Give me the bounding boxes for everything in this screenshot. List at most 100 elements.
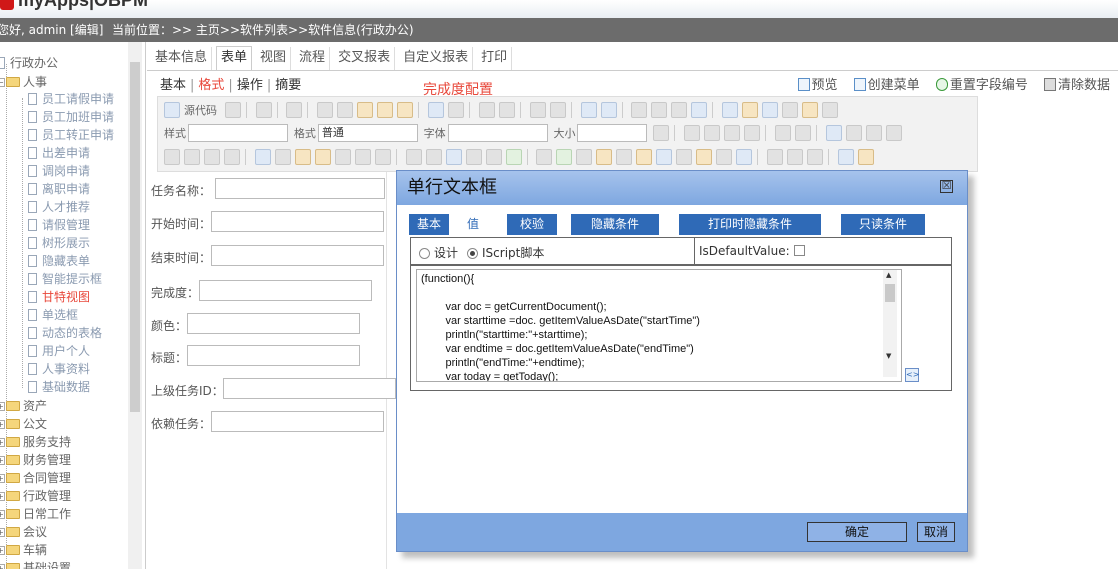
color-field[interactable] [187,313,360,334]
preview-icon[interactable] [255,102,272,118]
tab-4[interactable]: 交叉报表 [334,47,396,71]
table-icon[interactable] [762,102,779,118]
radio-iscript[interactable] [467,248,478,259]
tree-leaf[interactable]: 甘特视图 [28,288,90,306]
expand-icon[interactable]: + [0,420,5,429]
task-name-field[interactable] [215,178,385,199]
bg-color-icon[interactable] [858,149,875,165]
tree-leaf[interactable]: 智能提示框 [28,270,102,288]
link-icon[interactable] [767,149,784,165]
tree-leaf[interactable]: 人才推荐 [28,198,90,216]
tree-root[interactable]: 行政办公 [0,54,58,72]
tree-leaf[interactable]: 基础数据 [28,378,90,396]
calendar-icon[interactable] [636,149,653,165]
tree-category[interactable]: +车辆 [0,541,47,559]
date-icon[interactable] [274,149,291,165]
unlink-icon[interactable] [787,149,804,165]
tab-2[interactable]: 视图 [256,47,292,71]
image-icon[interactable] [722,102,739,118]
tree-category[interactable]: +资产 [0,397,47,415]
gantt-icon[interactable] [505,149,522,165]
italic-icon[interactable] [704,125,721,141]
is-default-checkbox[interactable] [793,245,805,256]
script-scrollbar[interactable]: ▲ ▼ [883,270,897,377]
textfield-icon[interactable] [204,149,220,165]
redo-icon[interactable] [448,102,465,118]
word-icon[interactable] [656,149,673,165]
tree-category[interactable]: +财务管理 [0,451,71,469]
numbered-list-icon[interactable] [580,102,597,118]
justify-icon[interactable] [885,125,902,141]
department-icon[interactable] [314,149,331,165]
select-icon[interactable] [445,149,462,165]
style-select[interactable] [188,124,288,142]
dialog-tab-2[interactable]: 校验 [507,214,557,235]
paste-word-icon[interactable] [397,102,414,118]
pen-icon[interactable] [536,149,553,165]
dialog-tab-5[interactable]: 只读条件 [841,214,925,235]
tree-leaf[interactable]: 出差申请 [28,144,90,162]
tree-leaf[interactable]: 单选框 [28,306,78,324]
upload-icon[interactable] [616,149,633,165]
font-select[interactable] [447,124,548,142]
expand-icon[interactable]: + [0,564,5,569]
dependency-field[interactable] [211,411,384,432]
tab-3[interactable]: 流程 [295,47,331,71]
create-menu-button[interactable]: 创建菜单 [853,78,920,93]
separator-icon[interactable] [405,149,422,165]
source-icon[interactable] [164,102,180,118]
reset-fields-button[interactable]: 重置字段编号 [935,78,1028,93]
dialog-tab-1[interactable]: 值 [453,213,493,234]
tab-icon[interactable] [425,149,442,165]
expand-icon[interactable]: + [0,510,5,519]
mode-design-option[interactable]: 设计 [419,244,458,261]
tree-leaf[interactable]: 调岗申请 [28,162,90,180]
expand-icon[interactable]: + [0,528,5,537]
dialog-tab-4[interactable]: 打印时隐藏条件 [679,214,821,235]
tree-category[interactable]: +基础设置 [0,559,71,569]
size-select[interactable] [577,124,648,142]
remove-format-icon[interactable] [549,102,566,118]
outdent-icon[interactable] [631,102,648,118]
radio-icon[interactable] [184,149,200,165]
cancel-button[interactable]: 取消 [917,522,955,542]
maximize-icon[interactable] [653,125,670,141]
expand-icon[interactable]: + [0,546,5,555]
div-icon[interactable] [691,102,708,118]
text-color-icon[interactable] [838,149,855,165]
view-select-icon[interactable] [354,149,371,165]
checkbox-icon[interactable] [164,149,180,165]
close-icon[interactable]: ☒ [940,180,953,193]
tree-category[interactable]: +行政管理 [0,487,71,505]
copy-icon[interactable] [337,102,354,118]
select-all-icon[interactable] [529,102,546,118]
tree-leaf[interactable]: 请假管理 [28,216,90,234]
indent-icon[interactable] [651,102,668,118]
end-time-field[interactable] [211,245,384,266]
tree-category[interactable]: +日常工作 [0,505,71,523]
anchor-icon[interactable] [807,149,824,165]
script-editor-icon[interactable]: <> [905,368,919,382]
tree-leaf[interactable]: 隐藏表单 [28,252,90,270]
subtab-operation[interactable]: 操作 [237,78,263,93]
save-icon[interactable] [224,102,241,118]
tree-leaf[interactable]: 动态的表格 [28,324,102,342]
tree-leaf[interactable]: 员工转正申请 [28,126,114,144]
tree-leaf[interactable]: 树形展示 [28,234,90,252]
qr-icon[interactable] [716,149,733,165]
tree-category[interactable]: +服务支持 [0,433,71,451]
photo-icon[interactable] [576,149,593,165]
smiley-icon[interactable] [802,102,819,118]
clear-data-button[interactable]: 清除数据 [1043,78,1110,93]
underline-icon[interactable] [724,125,741,141]
strike-icon[interactable] [744,125,761,141]
replace-icon[interactable] [498,102,515,118]
special-char-icon[interactable] [822,102,839,118]
collapse-icon[interactable]: − [0,78,5,87]
map-icon[interactable] [556,149,573,165]
expand-icon[interactable]: + [0,456,5,465]
tree-node-hr[interactable]: −人事 [0,73,47,91]
superscript-icon[interactable] [794,125,811,141]
flash-icon[interactable] [742,102,759,118]
expand-icon[interactable]: + [0,438,5,447]
